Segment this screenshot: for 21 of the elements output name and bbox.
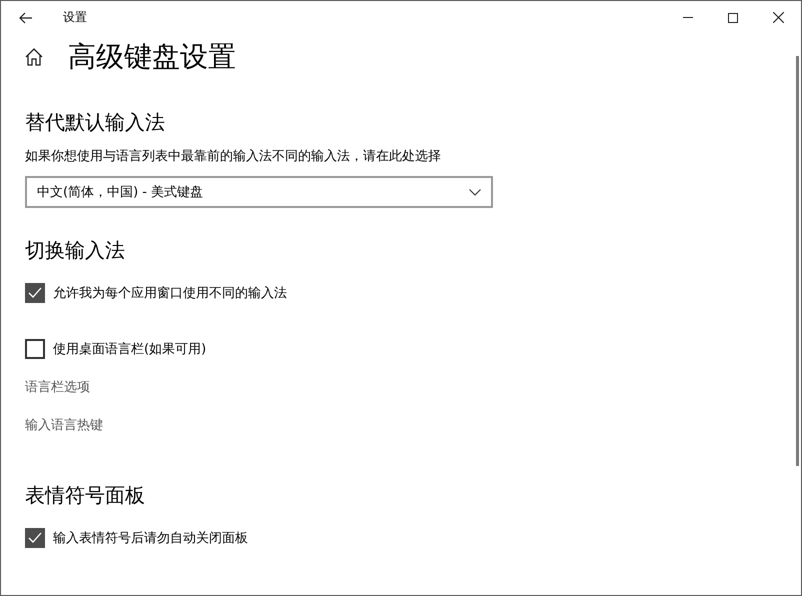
home-icon[interactable] [25,48,43,66]
settings-link[interactable]: 输入语言热键 [25,416,103,434]
checked-checkbox[interactable] [25,283,45,303]
description-text: 如果你想使用与语言列表中最靠前的输入法不同的输入法，请在此处选择 [25,148,442,166]
window-title: 设置 [63,9,87,26]
page-title: 高级键盘设置 [68,39,236,75]
checkbox-label: 允许我为每个应用窗口使用不同的输入法 [53,285,287,302]
checkbox-label: 输入表情符号后请勿自动关闭面板 [53,530,248,547]
maximize-icon[interactable] [728,12,738,22]
close-icon[interactable] [773,12,784,23]
section-heading: 表情符号面板 [25,482,146,509]
checkbox-label: 使用桌面语言栏(如果可用) [53,341,206,358]
back-icon[interactable] [19,12,33,24]
settings-link[interactable]: 语言栏选项 [25,378,90,396]
section-heading: 切换输入法 [25,237,126,264]
scrollbar[interactable] [796,56,799,466]
input-method-dropdown[interactable]: 中文(简体，中国) - 美式键盘 [25,176,493,208]
section-heading: 替代默认输入法 [25,109,166,136]
chevron-down-icon [469,188,481,196]
checked-checkbox[interactable] [25,528,45,548]
checkbox[interactable] [25,339,45,359]
